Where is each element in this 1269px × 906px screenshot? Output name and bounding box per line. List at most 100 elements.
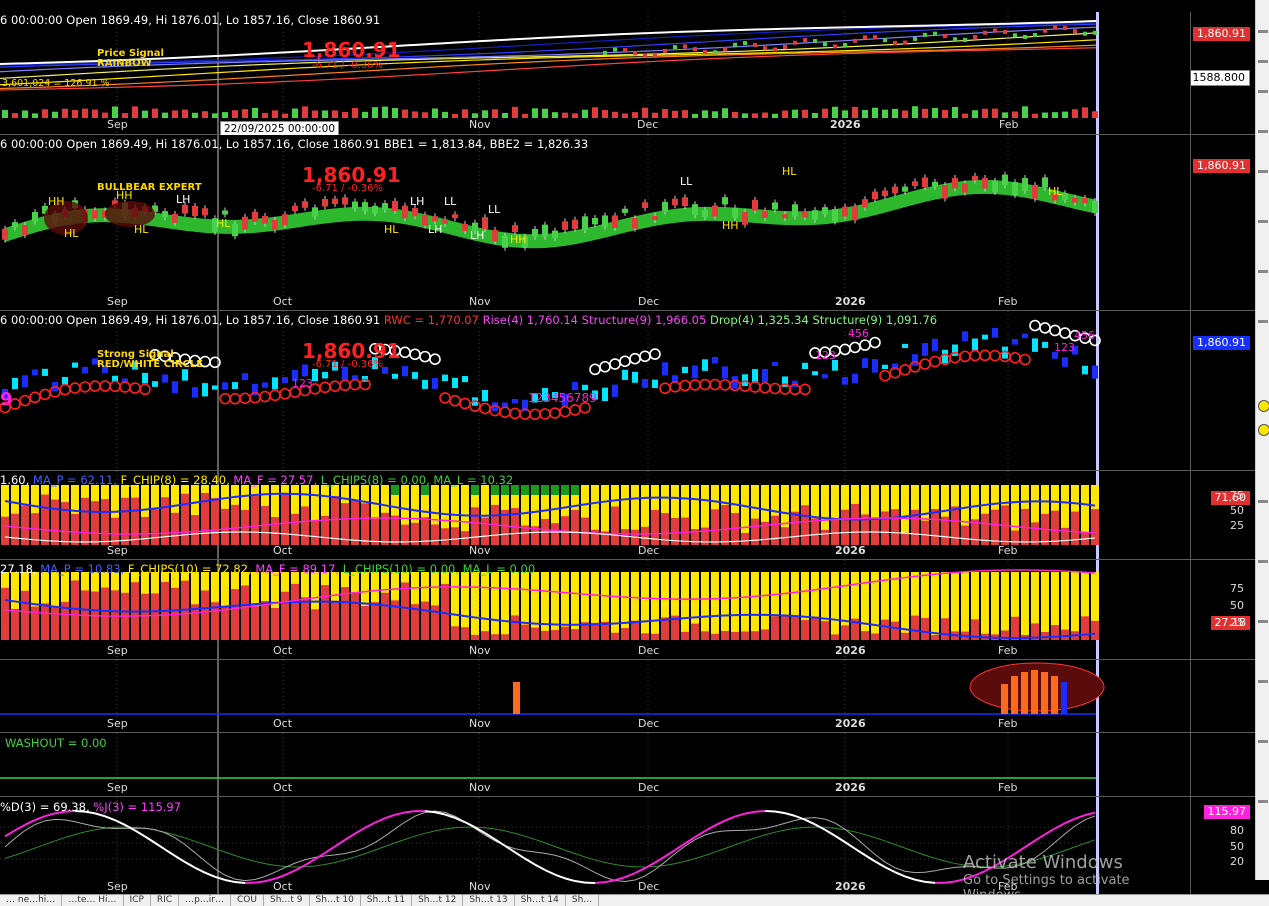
candle <box>963 38 967 42</box>
toolbar-button[interactable] <box>1258 270 1268 273</box>
volume-spike <box>1001 684 1008 714</box>
toolbar-button[interactable] <box>1258 740 1268 743</box>
candle <box>843 43 847 47</box>
sheet-tab[interactable]: …te… Hi… <box>62 895 123 906</box>
volume-bar <box>712 111 718 118</box>
candle <box>863 35 867 39</box>
toolbar-button[interactable] <box>1258 30 1268 33</box>
volume-spike <box>1021 672 1028 714</box>
sheet-tab[interactable]: ICP <box>124 895 151 906</box>
white-circle <box>1050 325 1060 335</box>
bullbear-pane[interactable]: SepOctNovDec2026FebHHHLHHHLLHHLHLLHLHLLL… <box>0 135 1190 311</box>
red-circle <box>710 380 720 390</box>
candle <box>612 215 618 227</box>
l-chips: L_CHIPS(8) = 0.00, MA_L = 10.32 <box>321 473 513 487</box>
bullbear-chart: SepOctNovDec2026FebHHHLHHHLLHHLHLLHLHLLL… <box>0 135 1190 310</box>
sheet-tab[interactable]: … ne…hi… <box>0 895 62 906</box>
candle <box>82 367 88 374</box>
chip-bar <box>751 631 759 640</box>
toolbar-button[interactable] <box>1258 800 1268 803</box>
toolbar-button[interactable] <box>1258 560 1268 563</box>
chip-bar <box>401 583 409 640</box>
chip-bar <box>891 509 899 545</box>
white-circle <box>850 342 860 352</box>
volume-spike <box>1031 670 1038 714</box>
sheet-tab[interactable]: Sh…t 12 <box>412 895 463 906</box>
candle <box>923 33 927 37</box>
toolbar-button[interactable] <box>1258 60 1268 63</box>
sheet-tab[interactable]: Sh…t 10 <box>310 895 361 906</box>
toolbar-button[interactable] <box>1258 680 1268 683</box>
volume-bar <box>132 106 138 118</box>
chip-bar <box>1011 617 1019 640</box>
sheet-tab[interactable]: Sh…t 14 <box>515 895 566 906</box>
sheet-tabs[interactable]: … ne…hi……te… Hi…ICPRIC…p…ir…COUSh…t 9Sh…… <box>0 894 1269 906</box>
kdj-j-line <box>445 815 455 818</box>
toolbar-button[interactable] <box>1258 220 1268 223</box>
red-circle <box>80 382 90 392</box>
kdj-j-line <box>905 876 915 879</box>
candle <box>842 377 848 385</box>
candle <box>372 206 378 214</box>
chip-bar <box>731 572 739 640</box>
count-label: 456 <box>1074 329 1095 342</box>
sheet-tab[interactable]: Sh…t 9 <box>264 895 310 906</box>
smiley-icon[interactable] <box>1258 424 1269 436</box>
toolbar-button[interactable] <box>1258 130 1268 133</box>
right-drawing-toolbar[interactable] <box>1255 0 1269 880</box>
candle <box>792 204 798 216</box>
pane7-header: WASHOUT = 0.00 <box>5 736 107 750</box>
rwc-pane[interactable]: 6 00:00:00 Open 1869.49, Hi 1876.01, Lo … <box>0 311 1190 471</box>
chip-bar <box>381 593 389 640</box>
rainbow-band <box>0 27 1096 72</box>
price-rainbow-pane[interactable]: 6 00:00:00 Open 1869.49, Hi 1876.01, Lo … <box>0 12 1190 135</box>
kdj-j-line <box>725 817 735 821</box>
candle <box>812 371 818 375</box>
chips8-pane[interactable]: SepOctNovDec2026Feb 1.60, MA_P = 62.11, … <box>0 471 1190 560</box>
washout-pane[interactable]: SepOctNovDec2026Feb WASHOUT = 0.00 <box>0 733 1190 797</box>
chips10-pane[interactable]: SepOctNovDec2026Feb 27.18, MA_P = 10.83,… <box>0 560 1190 660</box>
kdj-pane[interactable]: SepOctNovDec2026Feb %D(3) = 69.38, %J(3)… <box>0 797 1190 895</box>
toolbar-button[interactable] <box>1258 170 1268 173</box>
candle <box>883 38 887 42</box>
candle <box>732 376 738 389</box>
sheet-tab[interactable]: Sh…t 13 <box>463 895 514 906</box>
sheet-tab[interactable]: RIC <box>151 895 179 906</box>
tick: 50 <box>1230 599 1244 612</box>
month-label: Nov <box>469 781 491 794</box>
chip-bar <box>291 514 299 545</box>
kdj-d: %D(3) = 69.38, <box>0 800 93 814</box>
kdj-j-line <box>565 878 575 881</box>
chip-bar <box>771 516 779 545</box>
month-label: Nov <box>469 880 491 893</box>
sheet-tab[interactable]: Sh…t 11 <box>361 895 412 906</box>
volume-bar <box>442 112 448 118</box>
tick: 75 <box>1230 582 1244 595</box>
candle <box>152 381 158 387</box>
toolbar-button[interactable] <box>1258 320 1268 323</box>
volume-bar <box>982 109 988 118</box>
sheet-tab[interactable]: …p…ir… <box>179 895 231 906</box>
chip-bar <box>921 618 929 640</box>
sheet-tab[interactable]: COU <box>231 895 264 906</box>
volume-bar <box>882 110 888 118</box>
volume-bar <box>312 110 318 118</box>
candle <box>882 191 888 197</box>
volume-spike-pane[interactable]: SepOctNovDec2026Feb <box>0 660 1190 733</box>
chip-bar <box>271 517 279 545</box>
candle <box>842 207 848 217</box>
price-change: -6.71 / -0.36% <box>312 183 383 194</box>
smiley-icon[interactable] <box>1258 400 1269 412</box>
value: 27.18, <box>0 562 40 576</box>
kdj-j-line <box>625 873 635 877</box>
volume-bar <box>272 110 278 118</box>
chip-bar <box>611 507 619 545</box>
month-label: Oct <box>273 880 293 893</box>
white-circle <box>610 359 620 369</box>
toolbar-button[interactable] <box>1258 90 1268 93</box>
sheet-tab[interactable]: Sh… <box>566 895 599 906</box>
toolbar-button[interactable] <box>1258 500 1268 503</box>
chip-bar <box>231 505 239 545</box>
toolbar-button[interactable] <box>1258 620 1268 623</box>
red-circle <box>670 382 680 392</box>
